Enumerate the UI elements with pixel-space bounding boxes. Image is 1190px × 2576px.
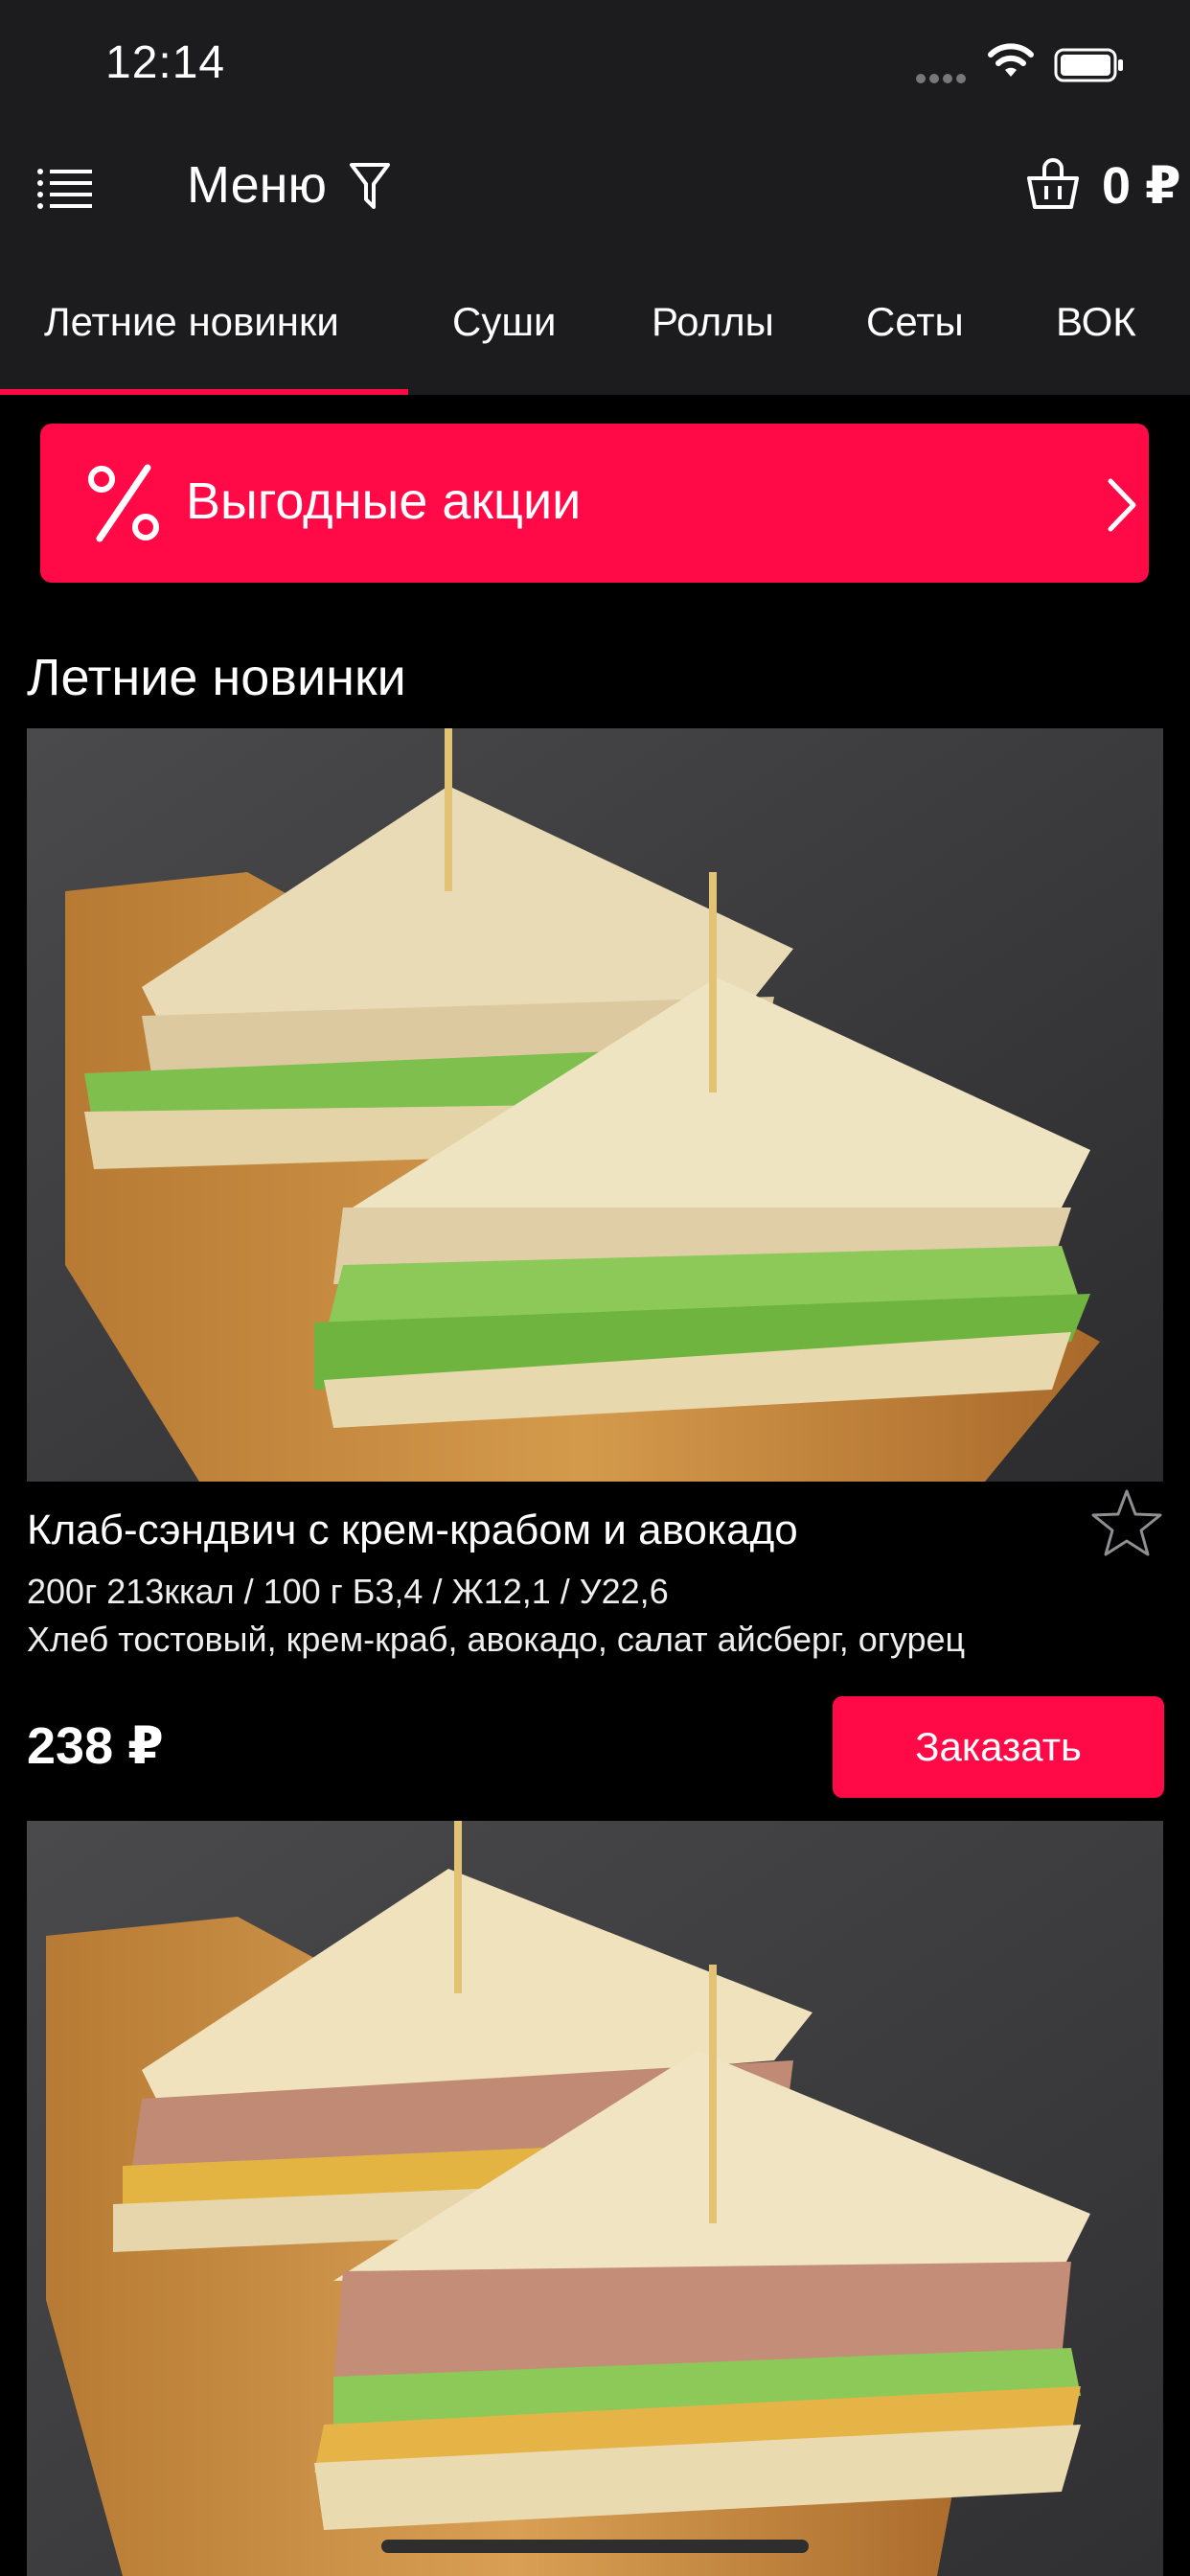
section-title: Летние новинки (27, 649, 406, 706)
product-nutrition: 200г 213ккал / 100 г Б3,4 / Ж12,1 / У22,… (27, 1572, 669, 1611)
wifi-icon (988, 43, 1034, 77)
cart-total[interactable]: 0 ₽ (1102, 155, 1181, 216)
nav-bar: Меню 0 ₽ (0, 126, 1190, 270)
tab-sets[interactable]: Сеты (866, 299, 964, 345)
product-description: Хлеб тостовый, крем-краб, авокадо, салат… (27, 1620, 966, 1659)
promo-banner[interactable]: Выгодные акции (40, 424, 1149, 583)
menu-list-icon[interactable] (36, 167, 94, 211)
status-time: 12:14 (105, 37, 226, 88)
product-price: 238 ₽ (27, 1717, 164, 1775)
battery-icon (1054, 48, 1123, 82)
product-image[interactable] (27, 728, 1163, 1482)
home-indicator (381, 2540, 809, 2553)
order-button[interactable]: Заказать (833, 1696, 1164, 1798)
tab-wok[interactable]: ВОК (1056, 299, 1136, 345)
star-outline-icon[interactable] (1090, 1487, 1163, 1558)
tab-sushi[interactable]: Суши (452, 299, 557, 345)
status-bar: 12:14 (0, 0, 1190, 126)
percent-icon (88, 464, 159, 542)
product-image[interactable] (27, 1821, 1163, 2576)
tab-rolls[interactable]: Роллы (652, 299, 774, 345)
basket-icon[interactable] (1025, 157, 1081, 213)
page-title: Меню (187, 156, 327, 214)
active-tab-indicator (0, 389, 408, 395)
product-name: Клаб-сэндвич с крем-крабом и авокадо (27, 1506, 798, 1553)
promo-label: Выгодные акции (186, 472, 582, 530)
chevron-right-icon (1108, 478, 1136, 532)
filter-icon[interactable] (349, 161, 391, 211)
tab-summer-new[interactable]: Летние новинки (44, 299, 339, 345)
category-tabs: Летние новинки Суши Роллы Сеты ВОК (0, 270, 1190, 395)
signal-icon (916, 71, 972, 83)
